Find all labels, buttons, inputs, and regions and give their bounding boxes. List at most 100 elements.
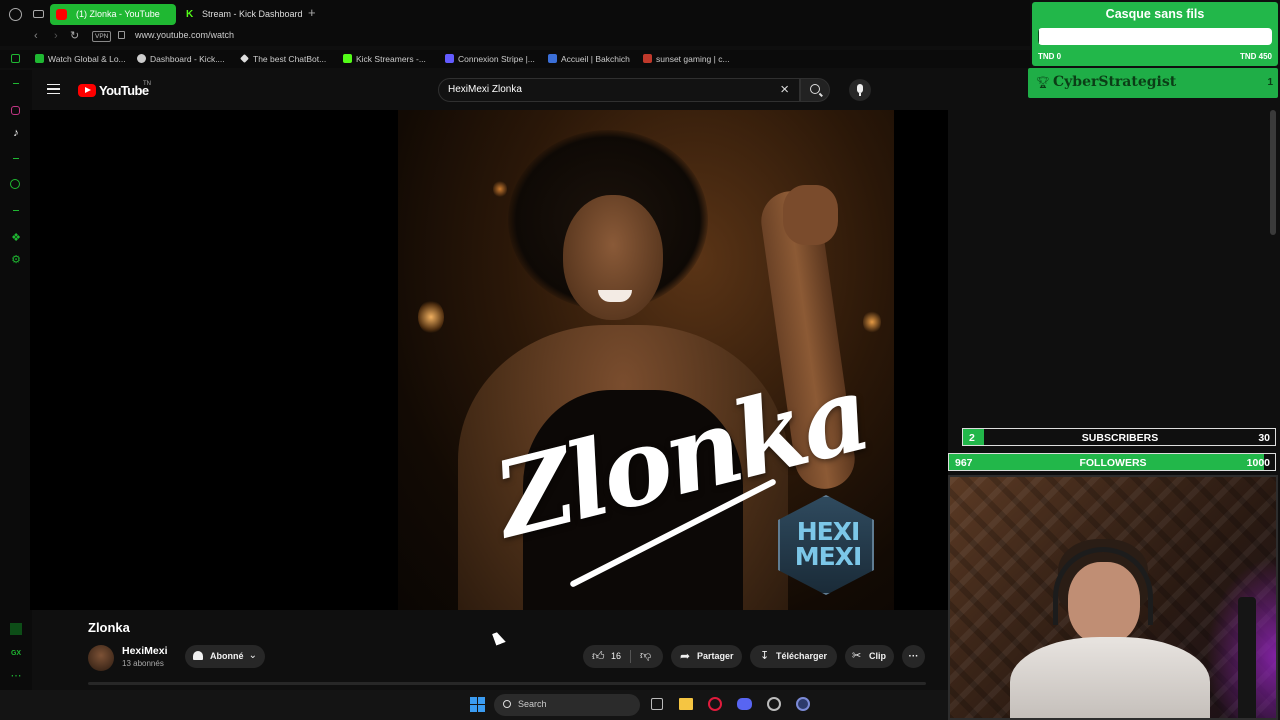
app-icon[interactable]: [767, 697, 781, 711]
kick-favicon-icon: K: [186, 9, 194, 20]
mic-icon: [857, 84, 863, 93]
bokeh-light: [493, 180, 507, 198]
extensions-icon[interactable]: ❖: [10, 232, 22, 244]
bookmark-item[interactable]: Accueil | Bakchich: [548, 50, 630, 68]
top-supporter-count: 1: [1267, 77, 1273, 88]
tab-overview-icon[interactable]: [33, 10, 44, 18]
search-icon-handle: [819, 92, 823, 97]
more-icon[interactable]: ⋯: [10, 670, 22, 682]
address-bar: ‹ › ↻ VPN www.youtube.com/watch: [0, 28, 1030, 46]
tab-kick-dashboard[interactable]: K Stream - Kick Dashboard: [180, 4, 306, 25]
taskbar-search-box[interactable]: Search: [494, 694, 640, 716]
search-icon: [503, 700, 511, 708]
more-icon: ···: [908, 651, 919, 662]
youtube-logo[interactable]: YouTube TN: [78, 81, 158, 100]
webcam-feed: [948, 475, 1278, 720]
video-frame[interactable]: Zlonka HEXI MEXI: [398, 110, 894, 610]
dislike-icon[interactable]: 👎︎: [640, 645, 651, 668]
bokeh-light: [418, 300, 444, 334]
gx-control-icon[interactable]: GX: [10, 648, 22, 660]
sidebar-divider: [13, 158, 19, 159]
channel-avatar[interactable]: [88, 645, 114, 671]
discord-icon[interactable]: [737, 698, 752, 710]
subscribe-label: Abonné: [210, 651, 244, 661]
goal-title: Casque sans fils: [1105, 7, 1205, 21]
app-icon[interactable]: [796, 697, 810, 711]
like-icon[interactable]: 👍︎: [592, 645, 605, 668]
artwork-fist: [783, 185, 838, 245]
streamer-torso: [1010, 637, 1210, 718]
like-count[interactable]: 16: [611, 645, 621, 668]
goal-progress-fill: [1038, 28, 1040, 45]
download-label: Télécharger: [776, 651, 828, 661]
subscribers-goal-bar: 2 SUBSCRIBERS 30: [962, 428, 1276, 446]
file-explorer-icon[interactable]: [679, 698, 693, 710]
bookmark-item[interactable]: Connexion Stripe |...: [445, 50, 535, 68]
subscribed-button[interactable]: Abonné ⌄: [185, 645, 265, 668]
video-title: Zlonka: [88, 620, 130, 635]
youtube-logo-text: YouTube: [99, 83, 149, 98]
new-tab-icon[interactable]: +: [308, 6, 320, 20]
back-icon[interactable]: ‹: [34, 30, 38, 42]
search-button[interactable]: [800, 78, 830, 102]
more-actions-button[interactable]: ···: [902, 645, 925, 668]
forward-icon[interactable]: ›: [54, 30, 58, 42]
share-button[interactable]: ➦ Partager: [671, 645, 742, 668]
search-input[interactable]: HexiMexi Zlonka: [448, 84, 522, 95]
bookmarks-icon: [11, 54, 20, 63]
bookmark-item[interactable]: Watch Global & Lo...: [35, 50, 126, 68]
bookmark-item[interactable]: sunset gaming | c...: [643, 50, 730, 68]
windows-start-icon[interactable]: [470, 697, 485, 712]
tab-label: Stream - Kick Dashboard: [202, 9, 303, 19]
mic-stand: [859, 93, 861, 96]
lock-icon: [118, 31, 125, 39]
opera-menu-icon[interactable]: [9, 8, 22, 21]
clear-search-icon[interactable]: ×: [780, 81, 789, 99]
reload-icon[interactable]: ↻: [70, 29, 79, 42]
clip-label: Clip: [869, 651, 886, 661]
followers-goal: 1000: [1246, 457, 1270, 469]
divider: [630, 650, 631, 663]
bookmark-item[interactable]: Dashboard - Kick....: [137, 50, 225, 68]
voice-search-button[interactable]: [849, 79, 871, 101]
goal-min: TND 0: [1038, 52, 1062, 61]
download-icon: ↧: [760, 650, 770, 662]
mouse-cursor-icon: [492, 630, 506, 646]
taskbar-search-label: Search: [518, 699, 547, 709]
opera-sidebar: ♪ ❖ ⚙ GX ⋯: [0, 70, 32, 690]
trophy-icon: 🏆︎: [1036, 77, 1050, 89]
chevron-down-icon: ⌄: [248, 650, 257, 661]
top-supporter-name: CyberStrategist: [1053, 74, 1177, 90]
like-dislike-group: 👍︎ 16 👎︎: [583, 645, 663, 668]
gx-corner-icon[interactable]: [10, 623, 22, 635]
subscribers-goal: 30: [1258, 432, 1270, 444]
player-icon[interactable]: [10, 179, 20, 189]
menu-icon[interactable]: [47, 84, 60, 94]
download-button[interactable]: ↧ Télécharger: [750, 645, 837, 668]
bookmark-item[interactable]: The best ChatBot...: [240, 50, 326, 68]
settings-icon[interactable]: ⚙: [10, 254, 22, 266]
clip-button[interactable]: ✂ Clip: [845, 645, 894, 668]
tab-label: (1) Zlonka - YouTube: [76, 9, 160, 19]
share-icon: ➦: [680, 649, 691, 663]
youtube-favicon-icon: [56, 9, 67, 20]
goal-max: TND 450: [1239, 52, 1272, 61]
instagram-icon[interactable]: [11, 106, 20, 115]
share-label: Partager: [697, 651, 734, 661]
browser-tab-bar: (1) Zlonka - YouTube K Stream - Kick Das…: [0, 0, 1030, 28]
search-box[interactable]: HexiMexi Zlonka ×: [438, 78, 800, 102]
channel-name[interactable]: HexiMexi: [122, 645, 168, 657]
bookmark-item[interactable]: Kick Streamers -...: [343, 50, 426, 68]
vpn-badge[interactable]: VPN: [92, 31, 112, 42]
task-view-icon[interactable]: [651, 698, 663, 710]
url-text[interactable]: www.youtube.com/watch: [135, 30, 234, 40]
opera-gx-icon[interactable]: [708, 697, 722, 711]
sidebar-divider: [13, 83, 19, 84]
tab-youtube[interactable]: (1) Zlonka - YouTube: [50, 4, 176, 25]
goal-progress-track: [1038, 28, 1272, 45]
heximexi-watermark-logo: HEXI MEXI: [778, 495, 874, 595]
followers-label: FOLLOWERS: [1079, 457, 1147, 469]
followers-goal-bar: 967 FOLLOWERS 1000: [948, 453, 1276, 471]
page-scrollbar-thumb[interactable]: [1270, 110, 1276, 235]
tiktok-icon[interactable]: ♪: [10, 127, 22, 139]
